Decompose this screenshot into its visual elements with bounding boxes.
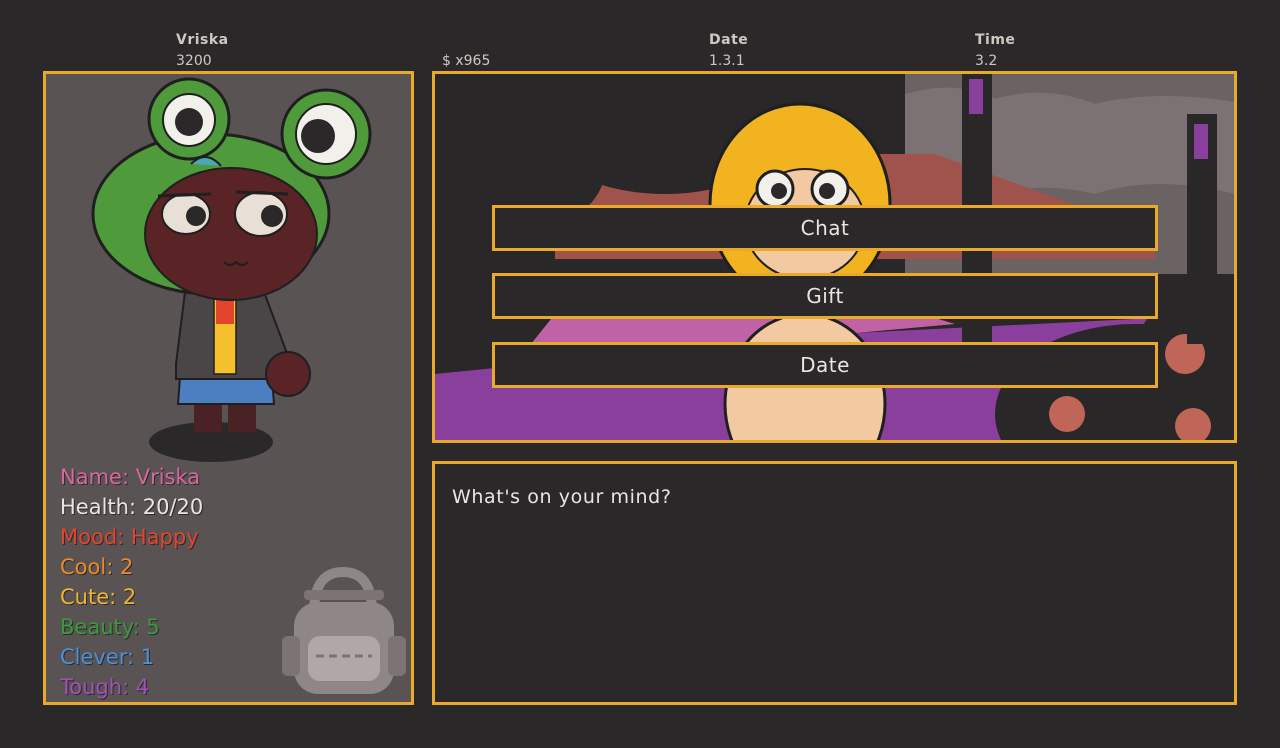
stat-cute: Cute: 2: [60, 585, 137, 609]
date-label: Date: [709, 32, 748, 48]
stat-health: Health: 20/20: [60, 495, 204, 519]
dialog-text: What's on your mind?: [452, 486, 672, 508]
stat-tough: Tough: 4: [60, 675, 150, 699]
money-value: $ x965: [442, 53, 491, 69]
character-portrait: [91, 77, 372, 462]
stat-beauty: Beauty: 5: [60, 615, 160, 639]
scene-panel: Chat Gift Date: [432, 71, 1237, 443]
date-button[interactable]: Date: [492, 342, 1158, 388]
character-panel: Name: Vriska Health: 20/20 Mood: Happy C…: [43, 71, 414, 705]
stats-list: Name: Vriska Health: 20/20 Mood: Happy C…: [60, 462, 203, 702]
stat-clever: Clever: 1: [60, 645, 155, 669]
stat-mood: Mood: Happy: [60, 525, 199, 549]
time-label: Time: [975, 32, 1015, 48]
backpack-icon[interactable]: [276, 564, 411, 699]
time-value-text: 3.2: [975, 53, 998, 69]
time-label-text: Time: [975, 32, 1016, 48]
date-value-text: 1.3.1: [709, 53, 745, 69]
chat-button-label: Chat: [800, 216, 850, 240]
date-button-label: Date: [800, 353, 850, 377]
time-value: 3.2: [975, 53, 997, 69]
stat-name: Name: Vriska: [60, 465, 201, 489]
money-readout: $ x965: [442, 53, 490, 69]
dialog-box: What's on your mind?: [432, 461, 1237, 705]
player-name-label: Vriska: [176, 32, 229, 48]
score-value: 3200: [176, 53, 212, 69]
gift-button-label: Gift: [806, 284, 844, 308]
stat-cool: Cool: 2: [60, 555, 134, 579]
date-label-text: Date: [709, 32, 749, 48]
date-value: 1.3.1: [709, 53, 745, 69]
gift-button[interactable]: Gift: [492, 273, 1158, 319]
player-name: Vriska: [176, 32, 229, 48]
score-readout: 3200: [176, 53, 212, 69]
chat-button[interactable]: Chat: [492, 205, 1158, 251]
